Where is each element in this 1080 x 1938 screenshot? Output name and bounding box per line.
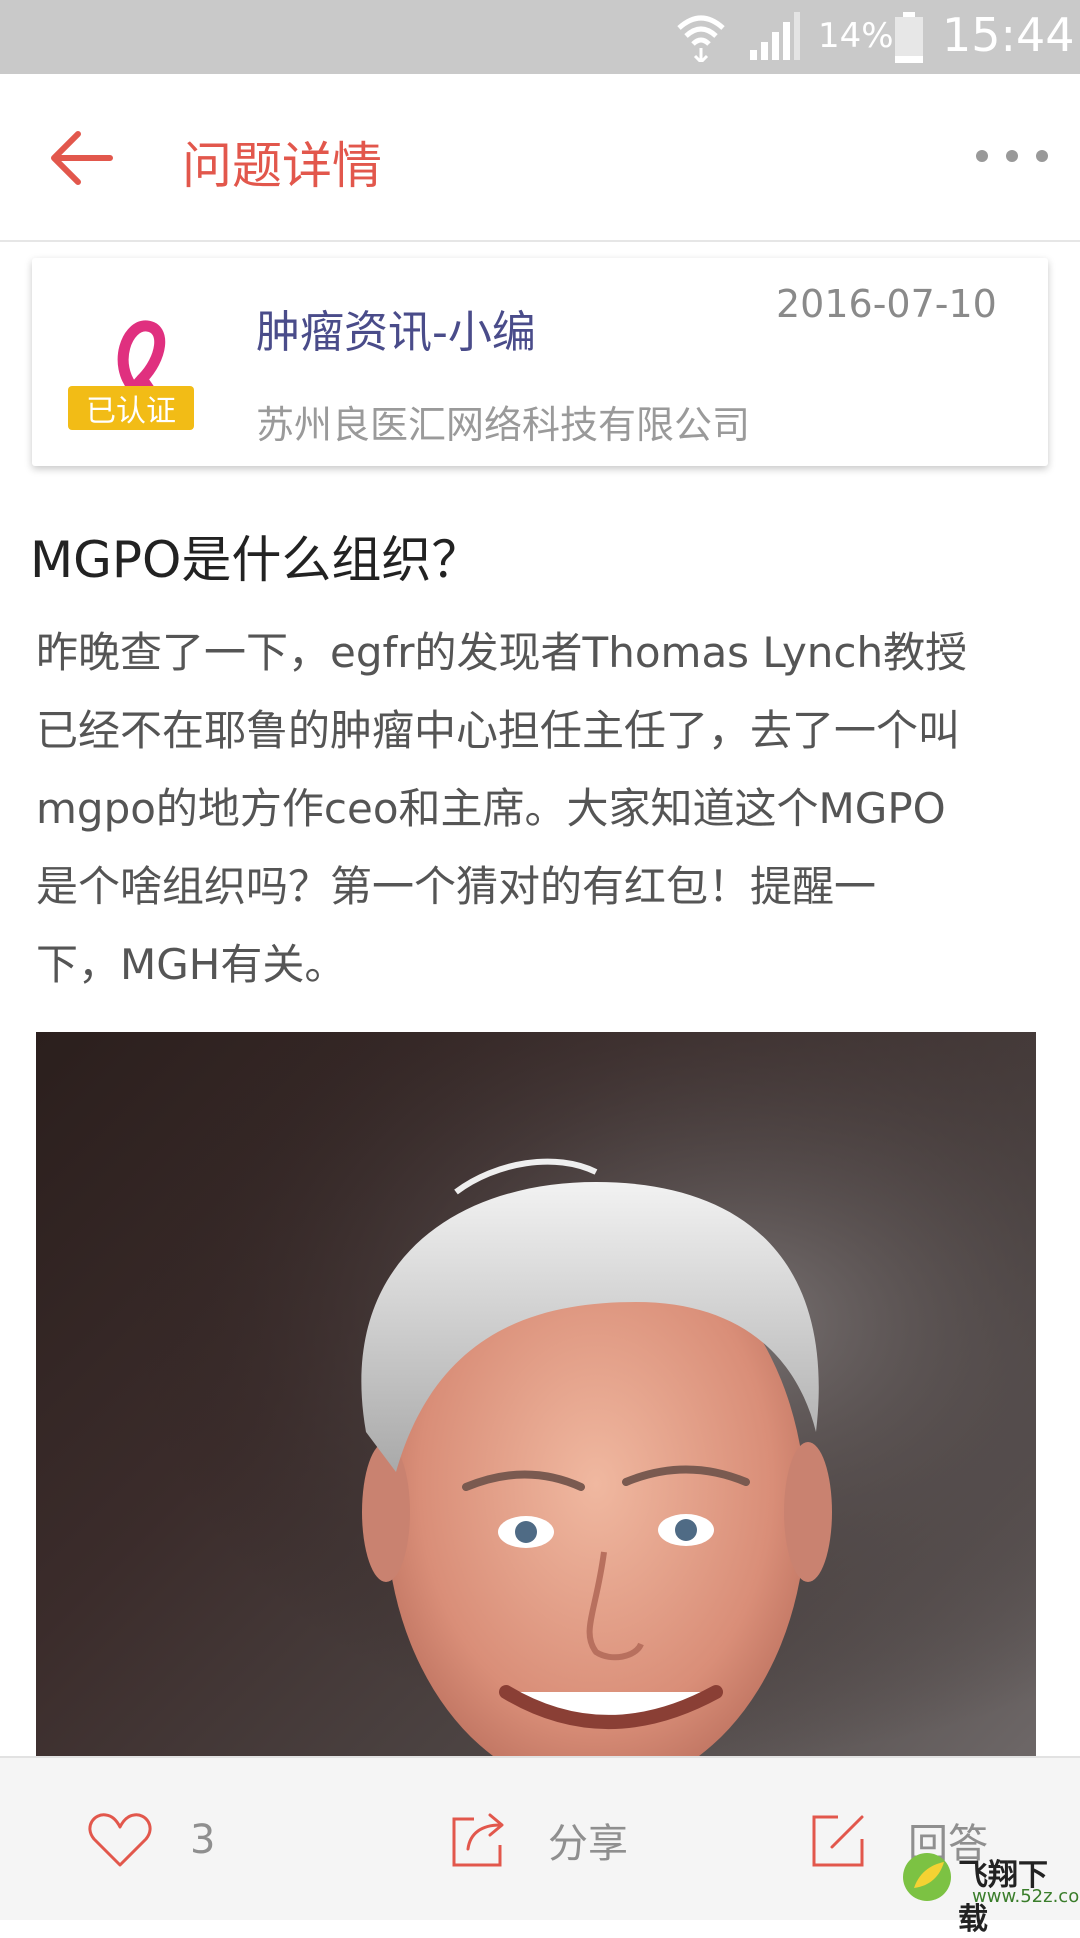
watermark-url: www.52z.com <box>972 1886 1080 1907</box>
page-title: 问题详情 <box>182 137 382 195</box>
clock: 15:44 <box>942 8 1075 62</box>
back-arrow-icon[interactable] <box>50 130 114 186</box>
edit-icon <box>812 1815 864 1867</box>
author-name[interactable]: 肿瘤资讯-小编 <box>256 296 536 360</box>
status-bar: 14% 15:44 <box>0 0 1080 74</box>
question-photo[interactable] <box>36 1032 1036 1756</box>
question-title: MGPO是什么组织？ <box>30 531 482 589</box>
author-company: 苏州良医汇网络科技有限公司 <box>256 403 751 447</box>
share-icon <box>452 1813 504 1867</box>
wifi-icon <box>677 15 725 62</box>
leaf-logo-icon <box>903 1853 951 1901</box>
watermark: 飞翔下载 www.52z.com <box>900 1844 1080 1937</box>
question-body: 昨晚查了一下，egfr的发现者Thomas Lynch教授 已经不在耶鲁的肿瘤中… <box>36 628 968 989</box>
app-bar: 问题详情 <box>0 74 1080 242</box>
post-date: 2016-07-10 <box>776 282 997 326</box>
battery-icon <box>895 12 923 63</box>
like-count: 3 <box>190 1817 216 1863</box>
heart-icon <box>88 1813 152 1867</box>
like-button[interactable]: 3 <box>88 1758 215 1922</box>
author-card[interactable]: 已认证 肿瘤资讯-小编 2016-07-10 苏州良医汇网络科技有限公司 <box>32 258 1048 466</box>
verified-badge: 已认证 <box>68 386 194 430</box>
share-label: 分享 <box>548 1821 628 1867</box>
portrait-illustration <box>36 1032 1036 1756</box>
battery-percent: 14% <box>818 16 894 56</box>
signal-icon <box>750 12 800 60</box>
share-button[interactable]: 分享 <box>448 1758 628 1922</box>
more-options-icon[interactable] <box>972 144 1052 168</box>
